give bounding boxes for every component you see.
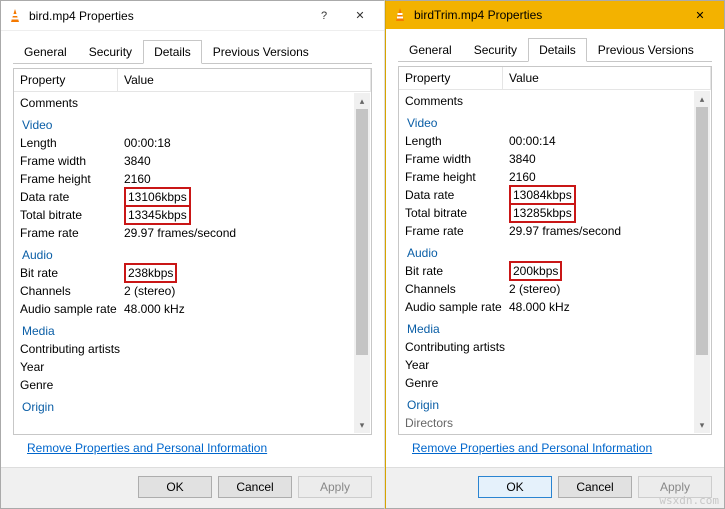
row-comments[interactable]: Comments [399,92,711,110]
row-total-bitrate[interactable]: Total bitrate13345kbps [14,206,371,224]
remove-properties-link[interactable]: Remove Properties and Personal Informati… [398,435,712,461]
row-length[interactable]: Length00:00:18 [14,134,371,152]
row-comments[interactable]: Comments [14,94,371,112]
column-property[interactable]: Property [14,69,118,91]
vlc-icon [7,8,23,24]
window-title: bird.mp4 Properties [29,9,306,23]
row-length[interactable]: Length00:00:14 [399,132,711,150]
details-list: Property Value Comments Video Length00:0… [398,66,712,435]
row-genre[interactable]: Genre [14,376,371,394]
close-button[interactable]: ✕ [682,3,718,27]
row-data-rate[interactable]: Data rate13084kbps [399,186,711,204]
scroll-down-icon[interactable]: ▾ [694,417,710,433]
row-frame-height[interactable]: Frame height2160 [399,168,711,186]
row-bit-rate[interactable]: Bit rate200kbps [399,262,711,280]
watermark: wsxdn.com [659,494,719,507]
highlight-data-rate: 13106kbps [124,187,191,207]
tab-general[interactable]: General [398,38,463,61]
properties-window-left: bird.mp4 Properties ? ✕ General Security… [0,0,385,509]
column-property[interactable]: Property [399,67,503,89]
section-video: Video [399,114,711,132]
row-year[interactable]: Year [399,356,711,374]
row-genre[interactable]: Genre [399,374,711,392]
tab-general[interactable]: General [13,40,78,63]
row-contributing-artists[interactable]: Contributing artists [14,340,371,358]
row-frame-height[interactable]: Frame height2160 [14,170,371,188]
section-audio: Audio [399,244,711,262]
remove-properties-link[interactable]: Remove Properties and Personal Informati… [13,435,372,461]
row-channels[interactable]: Channels2 (stereo) [14,282,371,300]
scrollbar[interactable]: ▴ ▾ [694,91,710,433]
highlight-bit-rate: 200kbps [509,261,562,281]
tab-security[interactable]: Security [78,40,143,63]
window-title: birdTrim.mp4 Properties [414,8,682,22]
titlebar[interactable]: bird.mp4 Properties ? ✕ [1,1,384,31]
cancel-button[interactable]: Cancel [558,476,632,498]
row-contributing-artists[interactable]: Contributing artists [399,338,711,356]
row-data-rate[interactable]: Data rate13106kbps [14,188,371,206]
scroll-up-icon[interactable]: ▴ [694,91,710,107]
row-frame-rate[interactable]: Frame rate29.97 frames/second [399,222,711,240]
tab-previous-versions[interactable]: Previous Versions [587,38,705,61]
highlight-data-rate: 13084kbps [509,185,576,205]
highlight-bit-rate: 238kbps [124,263,177,283]
ok-button[interactable]: OK [478,476,552,498]
column-value[interactable]: Value [503,67,711,89]
ok-button[interactable]: OK [138,476,212,498]
section-origin: Origin [399,396,711,414]
scroll-thumb[interactable] [696,107,708,355]
scroll-thumb[interactable] [356,109,368,355]
tab-details[interactable]: Details [143,40,202,64]
row-frame-width[interactable]: Frame width3840 [14,152,371,170]
tab-previous-versions[interactable]: Previous Versions [202,40,320,63]
highlight-total-bitrate: 13285kbps [509,203,576,223]
scroll-down-icon[interactable]: ▾ [354,417,370,433]
dialog-buttons: OK Cancel Apply [1,467,384,508]
row-total-bitrate[interactable]: Total bitrate13285kbps [399,204,711,222]
row-sample-rate[interactable]: Audio sample rate48.000 kHz [399,298,711,316]
vlc-icon [392,7,408,23]
properties-window-right: birdTrim.mp4 Properties ✕ General Securi… [385,0,725,509]
row-frame-rate[interactable]: Frame rate29.97 frames/second [14,224,371,242]
section-media: Media [399,320,711,338]
row-year[interactable]: Year [14,358,371,376]
row-bit-rate[interactable]: Bit rate238kbps [14,264,371,282]
cancel-button[interactable]: Cancel [218,476,292,498]
section-media: Media [14,322,371,340]
section-origin: Origin [14,398,371,416]
help-button[interactable]: ? [306,4,342,28]
row-sample-rate[interactable]: Audio sample rate48.000 kHz [14,300,371,318]
row-directors[interactable]: Directors [399,414,711,432]
highlight-total-bitrate: 13345kbps [124,205,191,225]
close-button[interactable]: ✕ [342,4,378,28]
row-frame-width[interactable]: Frame width3840 [399,150,711,168]
section-video: Video [14,116,371,134]
tab-details[interactable]: Details [528,38,587,62]
row-channels[interactable]: Channels2 (stereo) [399,280,711,298]
column-value[interactable]: Value [118,69,371,91]
tab-security[interactable]: Security [463,38,528,61]
section-audio: Audio [14,246,371,264]
scroll-up-icon[interactable]: ▴ [354,93,370,109]
tabs: General Security Details Previous Versio… [386,29,724,61]
tabs: General Security Details Previous Versio… [1,31,384,63]
details-list: Property Value Comments Video Length00:0… [13,68,372,435]
apply-button[interactable]: Apply [298,476,372,498]
titlebar[interactable]: birdTrim.mp4 Properties ✕ [386,1,724,29]
scrollbar[interactable]: ▴ ▾ [354,93,370,433]
